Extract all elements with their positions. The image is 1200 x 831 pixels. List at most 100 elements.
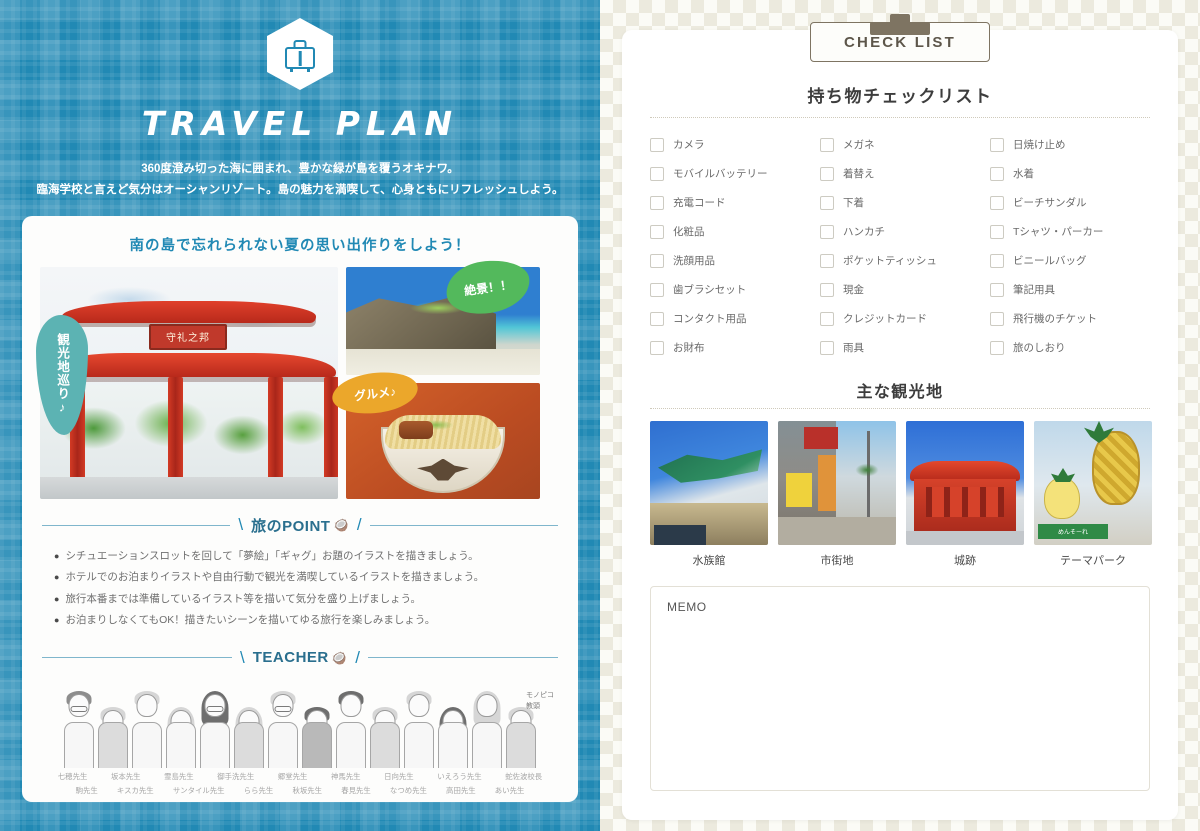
checkbox-icon[interactable] (650, 340, 664, 355)
hexagon-badge (267, 18, 333, 90)
teacher-figure (368, 706, 402, 768)
monopico-note-line-1: モノピコ (526, 691, 554, 699)
checklist-item[interactable]: 水着 (990, 159, 1150, 188)
teacher-figure (300, 706, 334, 768)
teacher-name: 七穂先生 (57, 771, 88, 781)
checklist-item[interactable]: 下着 (820, 188, 980, 217)
checklist-item[interactable]: 着替え (820, 159, 980, 188)
checkbox-icon[interactable] (650, 311, 664, 326)
checklist-item[interactable]: ビニールバッグ (990, 246, 1150, 275)
point-section-header: \ 旅のPOINT 🥥 / (42, 515, 559, 536)
monopico-note-line-2: 教頭 (526, 703, 540, 711)
teacher-figure (198, 690, 232, 768)
checkbox-icon[interactable] (650, 224, 664, 239)
teacher-names-row-1: 七穂先生 坂本先生 霊島先生 御手洗先生 郷堂先生 神馬先生 日向先生 いえろう… (46, 770, 554, 784)
checkbox-icon[interactable] (990, 253, 1004, 268)
checklist-item[interactable]: 飛行機のチケット (990, 304, 1150, 333)
spot-card-city[interactable]: 市街地 (778, 421, 896, 568)
checklist-item[interactable]: 日焼け止め (990, 130, 1150, 159)
checkbox-icon[interactable] (820, 311, 834, 326)
teacher-name: キスカ先生 (116, 785, 154, 795)
checklist-item[interactable]: お財布 (650, 333, 810, 362)
teacher-figure (62, 690, 96, 768)
checklist-item-label: カメラ (673, 139, 705, 151)
rule-left (42, 657, 233, 659)
checkbox-icon[interactable] (820, 195, 834, 210)
checkbox-icon[interactable] (990, 282, 1004, 297)
memo-box[interactable]: MEMO (650, 586, 1150, 791)
checklist-title: 持ち物チェックリスト (807, 87, 993, 106)
checkbox-icon[interactable] (650, 166, 664, 181)
checklist-item[interactable]: 現金 (820, 275, 980, 304)
checklist-item[interactable]: 歯ブラシセット (650, 275, 810, 304)
checkbox-icon[interactable] (990, 195, 1004, 210)
checkbox-icon[interactable] (650, 137, 664, 152)
checklist-item[interactable]: 雨具 (820, 333, 980, 362)
checkbox-icon[interactable] (820, 224, 834, 239)
slash-right: / (356, 515, 362, 535)
checklist-item[interactable]: ポケットティッシュ (820, 246, 980, 275)
checkbox-icon[interactable] (990, 340, 1004, 355)
checklist-sheet: 持ち物チェックリスト カメラ メガネ 日焼け止め モバイルバッテリー 着替え 水… (622, 30, 1178, 820)
spots-title: 主な観光地 (856, 384, 944, 401)
checklist-item[interactable]: コンタクト用品 (650, 304, 810, 333)
checkbox-icon[interactable] (990, 311, 1004, 326)
checkbox-icon[interactable] (820, 166, 834, 181)
checklist-item-label: ビニールバッグ (1013, 255, 1087, 267)
checkbox-icon[interactable] (990, 224, 1004, 239)
teacher-name: 春見先生 (341, 785, 371, 795)
checkbox-icon[interactable] (820, 282, 834, 297)
checklist-item[interactable]: ハンカチ (820, 217, 980, 246)
checkbox-icon[interactable] (990, 137, 1004, 152)
checklist-item-label: 筆記用具 (1013, 284, 1055, 296)
teacher-name: 高田先生 (446, 785, 476, 795)
rule-right (367, 657, 558, 659)
checklist-item[interactable]: カメラ (650, 130, 810, 159)
point-text: 旅行本番までは準備しているイラスト等を描いて気分を盛り上げましょう。 (65, 592, 421, 605)
checklist-item-label: 飛行機のチケット (1013, 313, 1097, 325)
teacher-figure (436, 706, 470, 768)
page-title: TRAVEL PLAN (141, 104, 459, 143)
teacher-figure (470, 690, 504, 768)
checklist-item[interactable]: メガネ (820, 130, 980, 159)
checkbox-icon[interactable] (650, 253, 664, 268)
teacher-illustration-strip: モノピコ 教頭 (40, 678, 560, 768)
checklist-item-label: メガネ (843, 139, 875, 151)
checkbox-icon[interactable] (990, 166, 1004, 181)
checklist-item[interactable]: ビーチサンダル (990, 188, 1150, 217)
checklist-grid: カメラ メガネ 日焼け止め モバイルバッテリー 着替え 水着 充電コード 下着 … (650, 130, 1150, 362)
teacher-name: サンタイル先生 (172, 785, 225, 795)
checkbox-icon[interactable] (650, 282, 664, 297)
checkbox-icon[interactable] (820, 253, 834, 268)
checklist-item[interactable]: 筆記用具 (990, 275, 1150, 304)
right-panel: CHECK LIST 持ち物チェックリスト カメラ メガネ 日焼け止め モバイル… (600, 0, 1200, 831)
spot-card-aquarium[interactable]: 水族館 (650, 421, 768, 568)
checklist-item[interactable]: 化粧品 (650, 217, 810, 246)
checklist-item[interactable]: モバイルバッテリー (650, 159, 810, 188)
checklist-item[interactable]: 洗顔用品 (650, 246, 810, 275)
teacher-name: 蛇佐波校長 (505, 771, 543, 781)
spot-card-theme-park[interactable]: テーマパーク (1034, 421, 1152, 568)
teacher-names-row-2: 駒先生 キスカ先生 サンタイル先生 らら先生 秋坂先生 春見先生 なつめ先生 高… (46, 784, 554, 798)
checklist-item[interactable]: Tシャツ・パーカー (990, 217, 1150, 246)
card-heading: 南の島で忘れられない夏の思い出作りをしよう！ (129, 237, 471, 254)
spot-image-theme-park (1034, 421, 1152, 545)
memo-label: MEMO (667, 600, 707, 614)
checklist-item-label: 水着 (1013, 168, 1034, 180)
teacher-name: 秋坂先生 (292, 785, 323, 795)
spot-card-castle[interactable]: 城跡 (906, 421, 1024, 568)
rule-left (42, 524, 231, 526)
checkbox-icon[interactable] (820, 340, 834, 355)
checklist-item[interactable]: 旅のしおり (990, 333, 1150, 362)
spots-row: 水族館 市街地 城跡 めんそーれ テーマパーク (650, 421, 1152, 568)
checkbox-icon[interactable] (650, 195, 664, 210)
checkbox-icon[interactable] (820, 137, 834, 152)
checklist-item[interactable]: 充電コード (650, 188, 810, 217)
checklist-item[interactable]: クレジットカード (820, 304, 980, 333)
checklist-item-label: 洗顔用品 (673, 255, 715, 267)
spot-caption: 城跡 (954, 555, 976, 567)
checklist-item-label: ハンカチ (843, 226, 885, 238)
spot-caption: テーマパーク (1060, 555, 1126, 567)
teacher-name: 霊島先生 (164, 771, 194, 781)
teacher-figure (96, 706, 130, 768)
